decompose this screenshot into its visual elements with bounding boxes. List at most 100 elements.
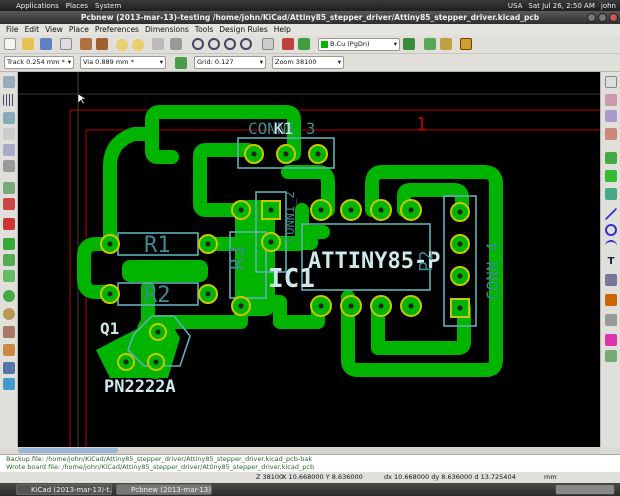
select-arrow-icon[interactable] [605, 76, 617, 88]
menu-preferences[interactable]: Preferences [95, 25, 139, 34]
minimize-button[interactable] [587, 13, 596, 22]
mouse-cursor-icon [77, 93, 87, 105]
module-ratsnest-icon[interactable] [3, 198, 15, 210]
add-tracks-icon[interactable] [605, 152, 617, 164]
open-board-icon[interactable] [22, 38, 34, 50]
zoom-redraw-icon[interactable] [224, 38, 236, 50]
menu-view[interactable]: View [45, 25, 63, 34]
grid-select[interactable]: Grid: 0.127 ▾ [194, 56, 266, 69]
conn4-label: CONN_4 [483, 242, 502, 300]
menu-file[interactable]: File [6, 25, 19, 34]
horizontal-scrollbar[interactable] [18, 447, 600, 454]
workspace-switcher-icon[interactable] [555, 484, 615, 495]
menu-tools[interactable]: Tools [195, 25, 213, 34]
status-delta: dx 10.668000 dy 8.636000 d 13.725404 [384, 473, 516, 481]
menu-edit[interactable]: Edit [25, 25, 40, 34]
units-mm-icon[interactable] [3, 144, 15, 156]
taskbar-kicad[interactable]: KiCad (2013-mar-13)-t... [16, 484, 112, 495]
module-mode-icon[interactable] [460, 38, 472, 50]
add-text-icon[interactable]: T [605, 256, 617, 268]
undo-icon[interactable] [116, 39, 128, 51]
add-dimension-icon[interactable] [605, 274, 617, 286]
left-toolbar [0, 72, 18, 447]
find-icon[interactable] [262, 38, 274, 50]
pcb-drawing: 1 CONN1_3 K1 R1 R2 R3 CONN1_2 IC1 ATTINY… [18, 72, 600, 447]
track-width-select[interactable]: Track 0.254 mm * ▾ [4, 56, 74, 69]
high-contrast-icon[interactable] [3, 344, 15, 356]
menu-help[interactable]: Help [274, 25, 291, 34]
drc-icon[interactable] [298, 38, 310, 50]
track-sketch-icon[interactable] [3, 326, 15, 338]
free-route-icon[interactable] [440, 38, 452, 50]
set-drill-origin-icon[interactable] [605, 334, 617, 346]
pn2222a-label: PN2222A [104, 377, 176, 397]
highlight-net-icon[interactable] [605, 94, 617, 106]
places-menu[interactable]: Places [66, 2, 88, 10]
save-board-icon[interactable] [40, 38, 52, 50]
scrollbar-thumb[interactable] [18, 448, 118, 453]
local-ratsnest-icon[interactable] [605, 110, 617, 122]
grid-toggle-icon[interactable] [3, 94, 15, 106]
maximize-button[interactable] [598, 13, 607, 22]
microwave-toolbar-icon[interactable] [3, 362, 15, 374]
auto-delete-track-icon[interactable] [3, 218, 15, 230]
taskbar: KiCad (2013-mar-13)-t... Pcbnew (2013-ma… [0, 483, 620, 496]
keyboard-layout[interactable]: USA [508, 2, 523, 10]
plot-icon[interactable] [170, 38, 182, 50]
user-menu[interactable]: john [601, 2, 616, 10]
taskbar-pcbnew[interactable]: Pcbnew (2013-mar-13)... [116, 484, 212, 495]
via-size-select[interactable]: Via 0.889 mm * ▾ [80, 56, 166, 69]
main-toolbar: B.Cu (PgDn) ▾ [0, 35, 620, 54]
polar-coords-icon[interactable] [3, 112, 15, 124]
units-inch-icon[interactable] [3, 128, 15, 140]
conn-small-label: CONN1_2 [283, 191, 297, 242]
options-toolbar: Track 0.254 mm * ▾ Via 0.889 mm * ▾ Grid: … [0, 54, 620, 72]
add-module-icon[interactable] [605, 128, 617, 140]
r2-label: R2 [144, 283, 171, 308]
set-grid-origin-icon[interactable] [605, 350, 617, 362]
zoom-in-icon[interactable] [192, 38, 204, 50]
layer-pair-icon[interactable] [403, 38, 415, 50]
pad-sketch-icon[interactable] [3, 290, 15, 302]
r1-label: R1 [144, 233, 171, 258]
menu-design-rules[interactable]: Design Rules [219, 25, 268, 34]
new-board-icon[interactable] [4, 38, 16, 50]
ratsnest-icon[interactable] [3, 182, 15, 194]
clock[interactable]: Sat Jul 26, 2:50 AM [528, 2, 595, 10]
add-arc-icon[interactable] [605, 240, 617, 252]
via-sketch-icon[interactable] [3, 308, 15, 320]
delete-items-icon[interactable] [605, 314, 617, 326]
add-circle-icon[interactable] [605, 224, 617, 236]
menu-place[interactable]: Place [69, 25, 89, 34]
zoom-select[interactable]: Zoom 38100 ▾ [272, 56, 344, 69]
menu-dimensions[interactable]: Dimensions [145, 25, 189, 34]
status-zoom: Z 38100 [256, 473, 284, 481]
applications-menu[interactable]: Applications [16, 2, 59, 10]
module-editor2-icon[interactable] [96, 38, 108, 50]
auto-track-width-icon[interactable] [175, 57, 187, 69]
add-line-icon[interactable] [605, 208, 617, 220]
drc-off-icon[interactable] [3, 76, 15, 88]
layers-manager-icon[interactable] [3, 378, 15, 390]
zoom-out-icon[interactable] [208, 38, 220, 50]
zone-hide-icon[interactable] [3, 270, 15, 282]
module-editor-icon[interactable] [80, 38, 92, 50]
zone-show-icon[interactable] [3, 238, 15, 250]
zone-outline-icon[interactable] [3, 254, 15, 266]
system-menu[interactable]: System [95, 2, 121, 10]
redo-icon[interactable] [132, 39, 144, 51]
add-zones-icon[interactable] [605, 170, 617, 182]
page-settings-icon[interactable] [60, 38, 72, 50]
print-icon[interactable] [152, 38, 164, 50]
netlist-icon[interactable] [282, 38, 294, 50]
cursor-shape-icon[interactable] [3, 160, 15, 172]
status-bar: Z 38100 X 10.668000 Y 8.636000 dx 10.668… [0, 472, 620, 483]
zoom-fit-icon[interactable] [240, 38, 252, 50]
pcb-canvas[interactable]: 1 CONN1_3 K1 R1 R2 R3 CONN1_2 IC1 ATTINY… [18, 72, 600, 447]
close-button[interactable] [609, 13, 618, 22]
layer-select[interactable]: B.Cu (PgDn) ▾ [318, 38, 400, 51]
add-keepout-icon[interactable] [605, 188, 617, 200]
add-target-icon[interactable] [605, 294, 617, 306]
autoroute-icon[interactable] [424, 38, 436, 50]
message-line-1: Backup file: /home/john/KiCad/Attiny85_s… [6, 455, 313, 463]
